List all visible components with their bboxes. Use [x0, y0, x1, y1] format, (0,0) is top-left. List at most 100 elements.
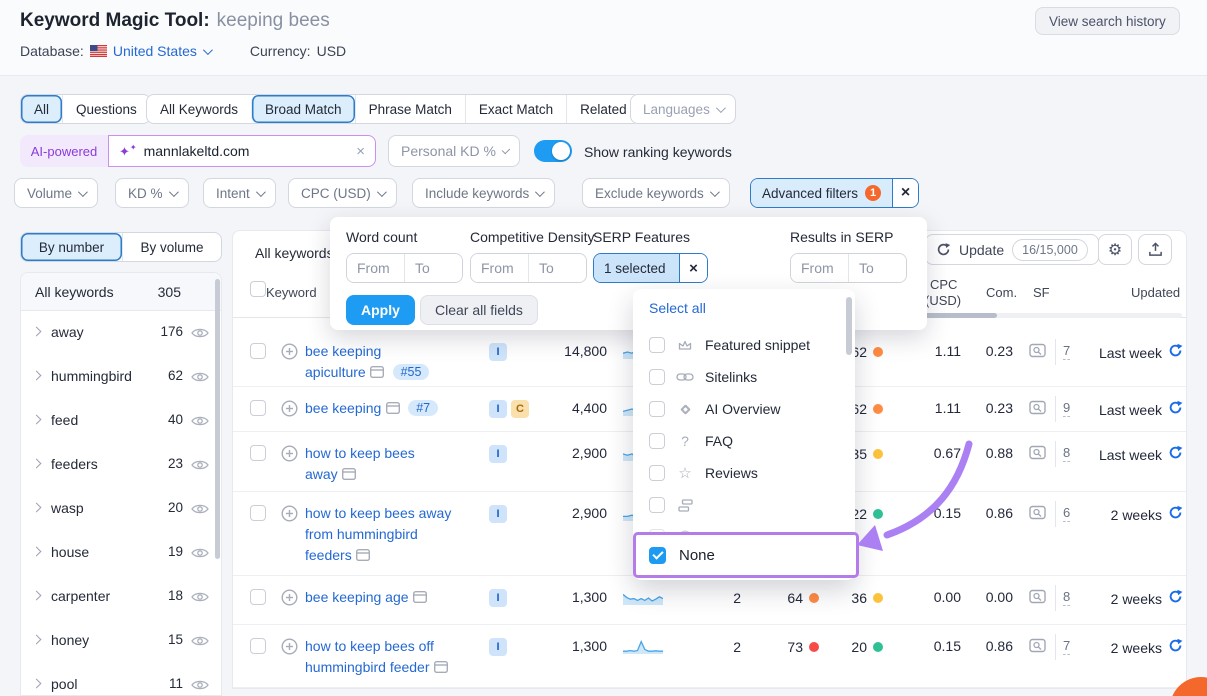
- chevron-right-icon[interactable]: [32, 547, 42, 557]
- tab-by-volume[interactable]: By volume: [122, 233, 221, 261]
- option-checkbox[interactable]: [649, 369, 665, 385]
- column-header-cpc[interactable]: CPC: [930, 277, 957, 292]
- refresh-metrics-icon[interactable]: [1168, 589, 1183, 609]
- add-to-list-icon[interactable]: [281, 589, 298, 611]
- tab-broad-match[interactable]: Broad Match: [251, 95, 355, 123]
- option-checkbox[interactable]: [649, 497, 665, 513]
- export-button[interactable]: [1138, 234, 1172, 265]
- serp-snapshot-icon[interactable]: [386, 400, 400, 417]
- intent-filter-dropdown[interactable]: Intent: [203, 178, 276, 208]
- chevron-right-icon[interactable]: [32, 591, 42, 601]
- update-button[interactable]: Update 16/15,000: [925, 234, 1099, 265]
- add-to-list-icon[interactable]: [281, 343, 298, 365]
- column-header-updated[interactable]: Updated: [1131, 285, 1180, 300]
- database-selector[interactable]: United States: [113, 43, 210, 59]
- horizontal-scrollbar-thumb[interactable]: [925, 313, 997, 318]
- sidebar-scrollbar[interactable]: [215, 279, 220, 559]
- tab-exact-match[interactable]: Exact Match: [465, 95, 566, 123]
- keyword-link[interactable]: how to keep bees away from hummingbird f…: [305, 505, 451, 563]
- keyword-link[interactable]: bee keeping: [305, 400, 381, 416]
- settings-button[interactable]: ⚙: [1098, 234, 1132, 265]
- tab-questions[interactable]: Questions: [62, 95, 150, 123]
- serp-snapshot-icon[interactable]: [370, 364, 384, 381]
- eye-icon[interactable]: [191, 370, 209, 388]
- results-from-input[interactable]: [791, 254, 848, 282]
- sidebar-group-hummingbird[interactable]: hummingbird62: [21, 355, 221, 399]
- option-indented[interactable]: [633, 489, 843, 521]
- option-checkbox[interactable]: [649, 465, 665, 481]
- all-keywords-group-row[interactable]: All keywords 305: [21, 273, 221, 311]
- select-all-link[interactable]: Select all: [649, 300, 706, 316]
- cpc-filter-dropdown[interactable]: CPC (USD): [288, 178, 397, 208]
- option-checkbox[interactable]: [649, 401, 665, 417]
- chevron-right-icon[interactable]: [32, 371, 42, 381]
- sidebar-group-wasp[interactable]: wasp20: [21, 487, 221, 531]
- tab-all[interactable]: All: [21, 95, 62, 123]
- row-checkbox[interactable]: [250, 343, 266, 359]
- row-checkbox[interactable]: [250, 589, 266, 605]
- clear-all-fields-button[interactable]: Clear all fields: [420, 295, 538, 325]
- kd-filter-dropdown[interactable]: KD %: [115, 178, 189, 208]
- serp-features-select[interactable]: 1 selected ×: [593, 253, 708, 283]
- view-search-history-button[interactable]: View search history: [1035, 7, 1180, 35]
- sidebar-group-away[interactable]: away176: [21, 311, 221, 355]
- refresh-metrics-icon[interactable]: [1168, 638, 1183, 658]
- keyword-link[interactable]: how to keep bees off hummingbird feeder: [305, 638, 434, 675]
- option-ai-overview[interactable]: AI Overview: [633, 393, 843, 425]
- cd-from-input[interactable]: [471, 254, 528, 282]
- option-reviews[interactable]: ☆ Reviews: [633, 457, 843, 489]
- serp-snapshot-icon[interactable]: [342, 466, 356, 483]
- advanced-filters-button[interactable]: Advanced filters1 ×: [750, 178, 919, 208]
- clear-serp-selection-icon[interactable]: ×: [679, 254, 707, 282]
- eye-icon[interactable]: [191, 502, 209, 520]
- exclude-keywords-dropdown[interactable]: Exclude keywords: [582, 178, 730, 208]
- serp-snapshot-icon[interactable]: [356, 547, 370, 564]
- refresh-metrics-icon[interactable]: [1168, 505, 1183, 525]
- column-header-sf[interactable]: SF: [1033, 285, 1050, 300]
- serp-snapshot-icon[interactable]: [434, 659, 448, 676]
- column-header-keyword[interactable]: Keyword: [266, 285, 317, 300]
- show-ranking-keywords-toggle[interactable]: [534, 140, 572, 162]
- option-checkbox[interactable]: [649, 337, 665, 353]
- chevron-right-icon[interactable]: [32, 679, 42, 689]
- refresh-metrics-icon[interactable]: [1168, 445, 1183, 465]
- chevron-right-icon[interactable]: [32, 635, 42, 645]
- chevron-right-icon[interactable]: [32, 459, 42, 469]
- option-faq[interactable]: ? FAQ: [633, 425, 843, 457]
- languages-dropdown[interactable]: Languages: [630, 94, 736, 124]
- chevron-right-icon[interactable]: [32, 503, 42, 513]
- clear-input-icon[interactable]: ×: [356, 143, 365, 160]
- dropdown-scrollbar[interactable]: [846, 297, 852, 355]
- add-to-list-icon[interactable]: [281, 445, 298, 467]
- tab-phrase-match[interactable]: Phrase Match: [355, 95, 465, 123]
- keyword-link[interactable]: how to keep bees away: [305, 445, 415, 482]
- personal-kd-dropdown[interactable]: Personal KD %: [388, 135, 520, 167]
- refresh-metrics-icon[interactable]: [1168, 343, 1183, 363]
- word-count-to-input[interactable]: [405, 254, 462, 282]
- refresh-metrics-icon[interactable]: [1168, 400, 1183, 420]
- option-sitelinks[interactable]: Sitelinks: [633, 361, 843, 393]
- tab-by-number[interactable]: By number: [21, 233, 122, 261]
- word-count-from-input[interactable]: [347, 254, 404, 282]
- sidebar-group-feed[interactable]: feed40: [21, 399, 221, 443]
- eye-icon[interactable]: [191, 546, 209, 564]
- sidebar-group-feeders[interactable]: feeders23: [21, 443, 221, 487]
- select-all-checkbox[interactable]: [250, 281, 266, 297]
- close-advanced-filters-icon[interactable]: ×: [892, 179, 918, 207]
- column-header-com[interactable]: Com.: [986, 285, 1017, 300]
- row-checkbox[interactable]: [250, 638, 266, 654]
- option-checkbox[interactable]: [649, 433, 665, 449]
- option-none-highlighted[interactable]: None: [633, 532, 859, 578]
- eye-icon[interactable]: [191, 590, 209, 608]
- sidebar-group-carpenter[interactable]: carpenter18: [21, 575, 221, 619]
- eye-icon[interactable]: [191, 634, 209, 652]
- serp-snapshot-icon[interactable]: [413, 589, 427, 606]
- cd-to-input[interactable]: [529, 254, 586, 282]
- none-checkbox-checked[interactable]: [649, 547, 666, 564]
- chevron-right-icon[interactable]: [32, 327, 42, 337]
- eye-icon[interactable]: [191, 678, 209, 696]
- sidebar-group-house[interactable]: house19: [21, 531, 221, 575]
- add-to-list-icon[interactable]: [281, 505, 298, 527]
- keyword-link[interactable]: bee keeping age: [305, 589, 409, 605]
- sidebar-group-honey[interactable]: honey15: [21, 619, 221, 663]
